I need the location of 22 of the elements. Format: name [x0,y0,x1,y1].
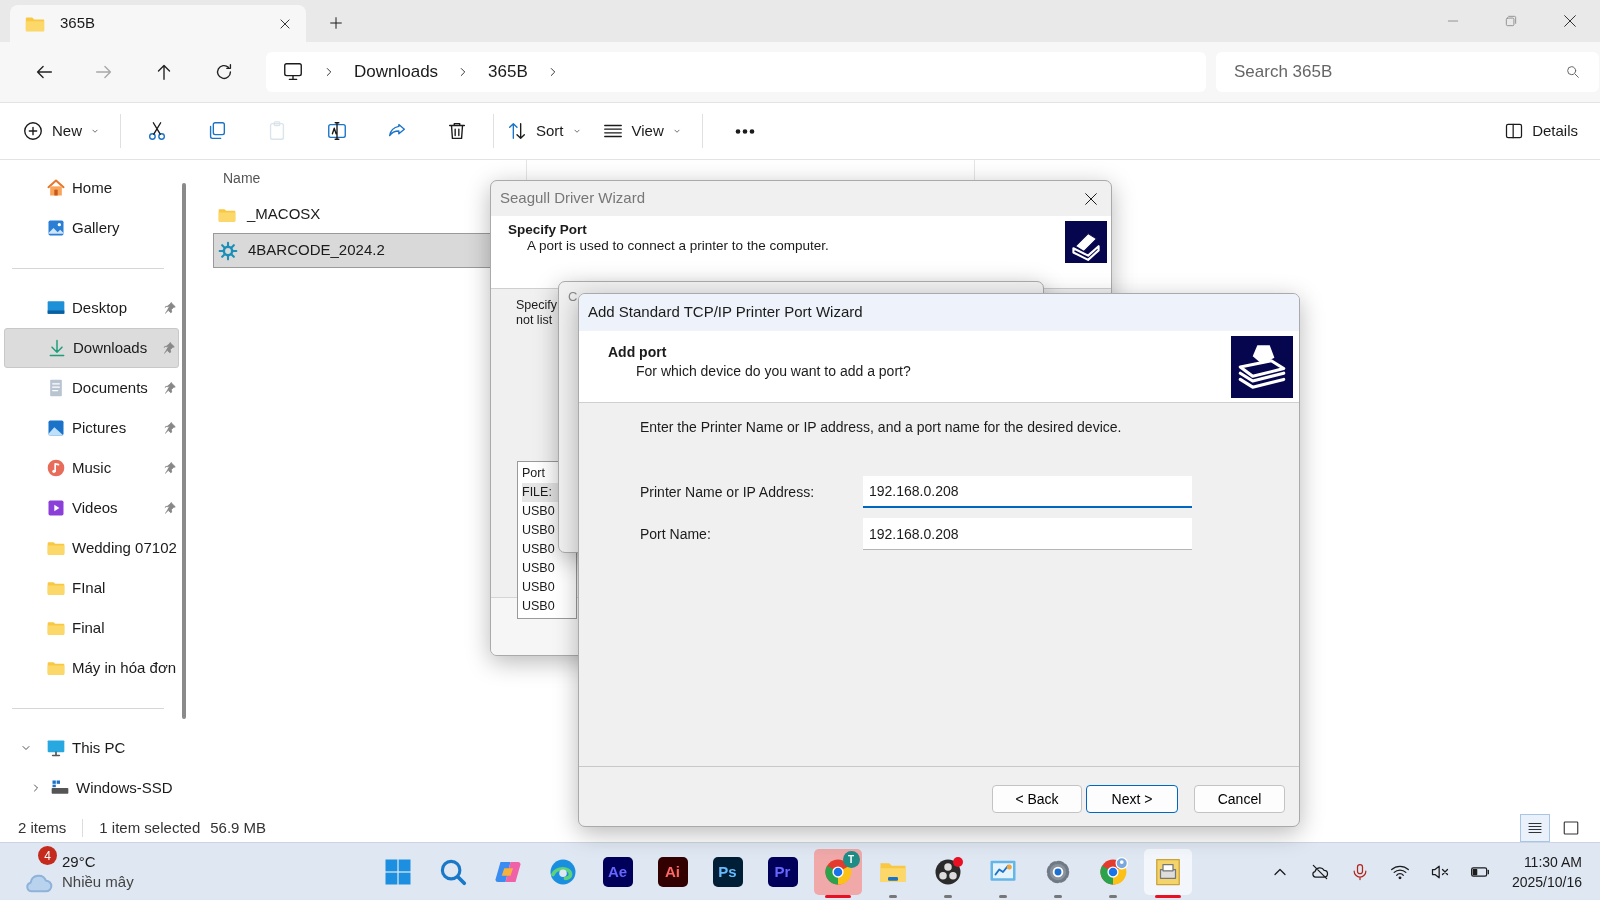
notification-badge: 4 [38,846,57,865]
app-logo: Ae [602,857,633,887]
weather-text: Nhiều mây [62,872,134,892]
app-logo: Pr [767,857,798,887]
temperature-text: 29°C [62,852,97,872]
body-text: not list [516,313,554,328]
dialog-subtitle: A port is used to connect a printer to the computer. [526,238,829,254]
selection-size: 56.9 MB [210,817,267,838]
field-label: Printer Name or IP Address: [640,482,816,502]
item-count: 2 items [18,817,67,838]
selection-info: 1 item selected [99,817,201,838]
avatar-badge: T [842,851,860,868]
dialog-title: C [568,288,578,307]
body-text: Specify [516,298,557,313]
app-logo: Ps [712,857,743,887]
dialog-subtitle: For which device do you want to add a port? [635,362,911,381]
dialog-heading: Specify Port [508,222,588,238]
app-logo: Ai [657,857,688,887]
dialog-title: Add Standard TCP/IP Printer Port Wizard [588,302,863,323]
instruction-text: Enter the Printer Name or IP address, and a port name for the desired device. [640,418,1123,437]
field-label: Port Name: [640,524,712,544]
dialog-heading: Add port [608,343,668,362]
